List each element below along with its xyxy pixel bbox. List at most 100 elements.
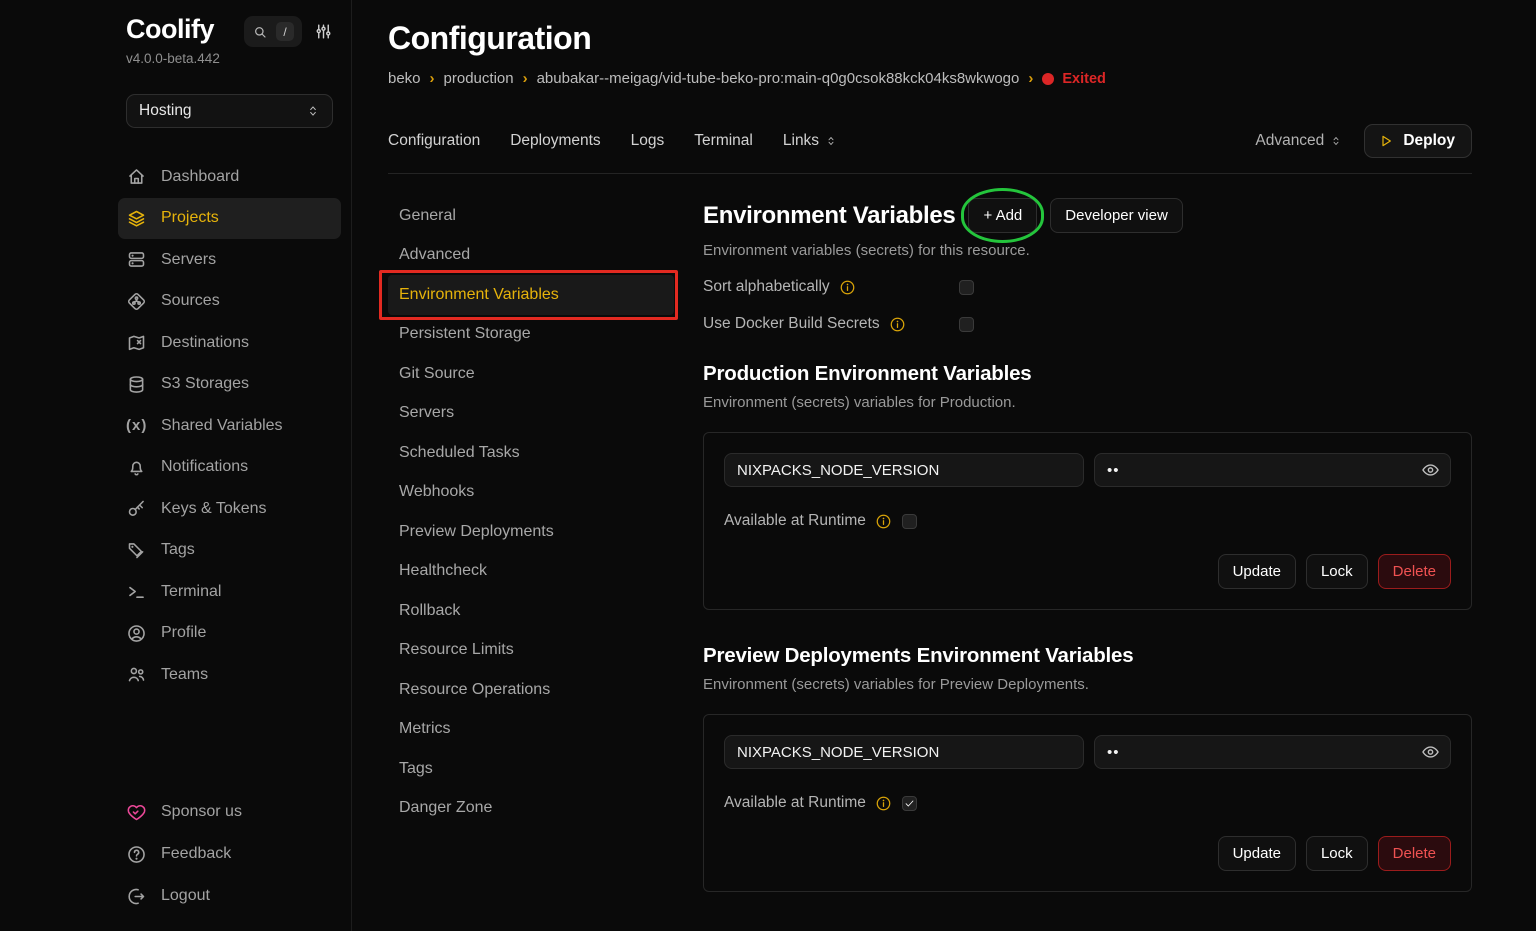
user-circle-icon <box>126 623 147 644</box>
sidebar-item-sources[interactable]: Sources <box>118 281 341 323</box>
subnav-item-advanced[interactable]: Advanced <box>388 236 674 276</box>
add-variable-button[interactable]: + Add <box>968 198 1037 233</box>
sidebar-item-dashboard[interactable]: Dashboard <box>118 156 341 198</box>
resource-tabbar: Configuration Deployments Logs Terminal … <box>388 124 1472 158</box>
sidebar-item-terminal[interactable]: Terminal <box>118 571 341 613</box>
subnav-item-servers[interactable]: Servers <box>388 394 674 434</box>
docker-build-secrets-checkbox[interactable] <box>959 317 974 332</box>
sidebar-item-shared-variables[interactable]: (x) Shared Variables <box>118 405 341 447</box>
subnav-item-danger-zone[interactable]: Danger Zone <box>388 789 674 829</box>
play-icon <box>1378 133 1394 149</box>
available-at-runtime-checkbox[interactable] <box>902 796 917 811</box>
sidebar-item-s3-storages[interactable]: S3 Storages <box>118 364 341 406</box>
reveal-value-button[interactable] <box>1421 743 1440 762</box>
subnav-item-persistent-storage[interactable]: Persistent Storage <box>388 315 674 355</box>
breadcrumb-environment[interactable]: production <box>444 70 514 87</box>
sliders-icon <box>314 22 333 41</box>
lock-button[interactable]: Lock <box>1306 836 1368 871</box>
breadcrumb-team[interactable]: beko <box>388 70 421 87</box>
help-circle-icon <box>126 844 147 865</box>
env-variables-title: Environment Variables <box>703 202 955 230</box>
subnav-item-scheduled-tasks[interactable]: Scheduled Tasks <box>388 433 674 473</box>
advanced-dropdown[interactable]: Advanced <box>1255 132 1342 150</box>
page-title: Configuration <box>388 20 1472 57</box>
subnav-item-git-source[interactable]: Git Source <box>388 354 674 394</box>
sidebar-item-destinations[interactable]: Destinations <box>118 322 341 364</box>
subnav-item-resource-limits[interactable]: Resource Limits <box>388 631 674 671</box>
available-at-runtime-checkbox[interactable] <box>902 514 917 529</box>
app-version: v4.0.0-beta.442 <box>126 51 333 66</box>
update-button[interactable]: Update <box>1218 554 1296 589</box>
subnav-item-resource-operations[interactable]: Resource Operations <box>388 670 674 710</box>
production-env-description: Environment (secrets) variables for Prod… <box>703 394 1472 411</box>
subnav-item-preview-deployments[interactable]: Preview Deployments <box>388 512 674 552</box>
sidebar-item-label: Notifications <box>161 458 248 476</box>
available-at-runtime-row: Available at Runtime <box>724 512 1451 530</box>
sidebar-item-tags[interactable]: Tags <box>118 530 341 572</box>
sidebar-item-label: Teams <box>161 666 208 684</box>
delete-button[interactable]: Delete <box>1378 554 1451 589</box>
preview-env-description: Environment (secrets) variables for Prev… <box>703 676 1472 693</box>
eye-icon <box>1421 743 1440 762</box>
sidebar-footer: Sponsor us Feedback Logout <box>126 791 333 917</box>
update-button[interactable]: Update <box>1218 836 1296 871</box>
deploy-button[interactable]: Deploy <box>1364 124 1472 158</box>
sidebar-item-logout[interactable]: Logout <box>118 875 341 917</box>
breadcrumb-resource[interactable]: abubakar--meigag/vid-tube-beko-pro:main-… <box>537 70 1020 87</box>
subnav-item-tags[interactable]: Tags <box>388 749 674 789</box>
sidebar-item-sponsor-us[interactable]: Sponsor us <box>118 791 341 833</box>
subnav-item-healthcheck[interactable]: Healthcheck <box>388 552 674 592</box>
sort-alphabetically-checkbox[interactable] <box>959 280 974 295</box>
sidebar-item-profile[interactable]: Profile <box>118 613 341 655</box>
sidebar-item-projects[interactable]: Projects <box>118 198 341 240</box>
logout-icon <box>126 886 147 907</box>
sidebar-item-servers[interactable]: Servers <box>118 239 341 281</box>
preview-env-title: Preview Deployments Environment Variable… <box>703 644 1472 668</box>
status-dot-icon <box>1042 73 1054 85</box>
app-logo: Coolify <box>126 14 214 45</box>
check-icon <box>904 798 915 809</box>
users-icon <box>126 664 147 685</box>
settings-button[interactable] <box>314 22 333 41</box>
subnav-item-webhooks[interactable]: Webhooks <box>388 473 674 513</box>
subnav-item-environment-variables[interactable]: Environment Variables <box>388 275 674 315</box>
env-variables-description: Environment variables (secrets) for this… <box>703 242 1472 259</box>
sidebar-item-keys-tokens[interactable]: Keys & Tokens <box>118 488 341 530</box>
tab-deployments[interactable]: Deployments <box>510 132 600 150</box>
brand-row: Coolify / <box>126 14 333 47</box>
developer-view-button[interactable]: Developer view <box>1050 198 1183 233</box>
variable-value-input[interactable] <box>1094 735 1451 769</box>
preview-env-variable-card: Available at Runtime Update Lock Delete <box>703 714 1472 892</box>
tab-terminal[interactable]: Terminal <box>694 132 753 150</box>
subnav-item-rollback[interactable]: Rollback <box>388 591 674 631</box>
variable-value-input[interactable] <box>1094 453 1451 487</box>
production-env-title: Production Environment Variables <box>703 362 1472 386</box>
variable-name-input[interactable] <box>724 735 1084 769</box>
info-icon <box>875 513 892 530</box>
chevron-right-icon: › <box>523 70 528 87</box>
sidebar-item-label: Logout <box>161 887 210 905</box>
sidebar-item-teams[interactable]: Teams <box>118 654 341 696</box>
reveal-value-button[interactable] <box>1421 461 1440 480</box>
sidebar: Coolify / v4.0.0-beta.442 Hosting Dashbo… <box>0 0 352 931</box>
sidebar-item-label: Terminal <box>161 583 221 601</box>
search-button[interactable]: / <box>244 16 302 47</box>
tab-configuration[interactable]: Configuration <box>388 132 480 150</box>
tag-icon <box>126 540 147 561</box>
sidebar-item-label: Sponsor us <box>161 803 242 821</box>
lock-button[interactable]: Lock <box>1306 554 1368 589</box>
database-icon <box>126 374 147 395</box>
subnav-item-general[interactable]: General <box>388 196 674 236</box>
variable-name-input[interactable] <box>724 453 1084 487</box>
chevron-right-icon: › <box>1028 70 1033 87</box>
sidebar-item-notifications[interactable]: Notifications <box>118 447 341 489</box>
tab-logs[interactable]: Logs <box>631 132 665 150</box>
main-content: Configuration beko › production › abubak… <box>352 0 1536 931</box>
git-source-icon <box>126 291 147 312</box>
team-select[interactable]: Hosting <box>126 94 333 128</box>
delete-button[interactable]: Delete <box>1378 836 1451 871</box>
available-at-runtime-row: Available at Runtime <box>724 794 1451 812</box>
subnav-item-metrics[interactable]: Metrics <box>388 710 674 750</box>
sidebar-item-feedback[interactable]: Feedback <box>118 833 341 875</box>
tab-links[interactable]: Links <box>783 132 837 150</box>
